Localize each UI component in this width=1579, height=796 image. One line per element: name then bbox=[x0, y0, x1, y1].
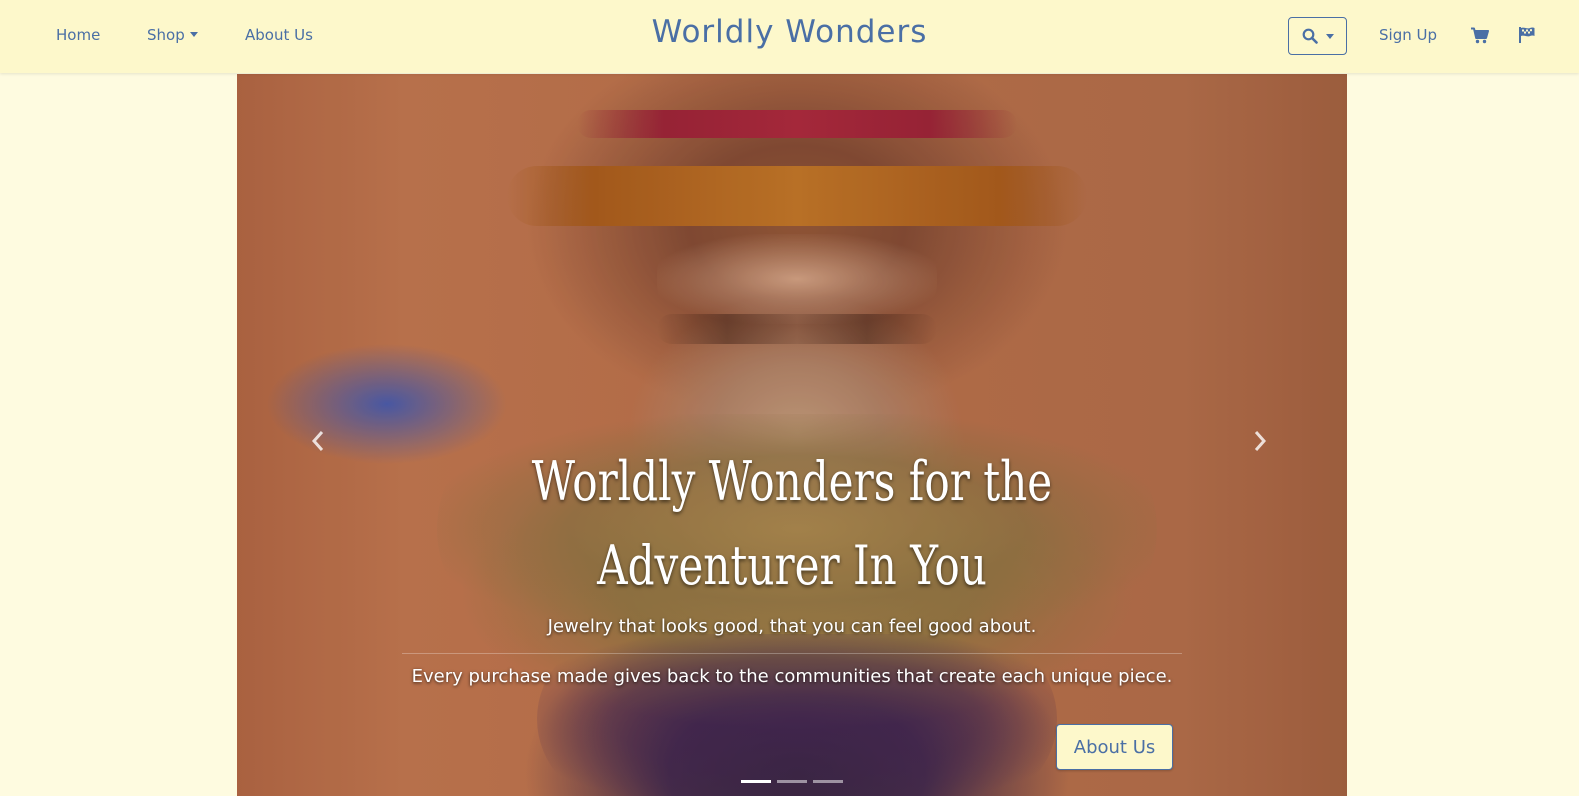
shopping-cart-icon bbox=[1470, 27, 1489, 43]
carousel-indicator-3[interactable] bbox=[813, 780, 843, 783]
search-dropdown-button[interactable] bbox=[1288, 17, 1347, 55]
language-flag-button[interactable] bbox=[1517, 25, 1537, 45]
carousel-next-button[interactable] bbox=[1245, 426, 1275, 456]
carousel-indicator-2[interactable] bbox=[777, 780, 807, 783]
chevron-down-icon bbox=[1325, 33, 1334, 39]
hero-carousel: Worldly Wonders for the Adventurer In Yo… bbox=[237, 74, 1347, 796]
search-icon bbox=[1302, 28, 1318, 44]
chevron-right-icon bbox=[1254, 431, 1267, 451]
carousel-caption: Worldly Wonders for the Adventurer In Yo… bbox=[402, 440, 1182, 687]
chevron-down-icon bbox=[189, 32, 198, 37]
nav-shop-dropdown[interactable]: Shop bbox=[147, 26, 198, 44]
cart-button[interactable] bbox=[1468, 25, 1490, 45]
top-navbar: Home Shop About Us Worldly Wonders Sign … bbox=[0, 0, 1579, 73]
hero-dim-overlay bbox=[237, 74, 1347, 796]
nav-shop-label: Shop bbox=[147, 26, 185, 44]
flag-icon bbox=[1519, 27, 1535, 43]
carousel-prev-button[interactable] bbox=[303, 426, 333, 456]
nav-about-link[interactable]: About Us bbox=[245, 26, 313, 44]
caption-divider bbox=[402, 653, 1182, 654]
nav-home-link[interactable]: Home bbox=[56, 26, 100, 44]
carousel-indicator-1[interactable] bbox=[741, 780, 771, 783]
carousel-indicators bbox=[237, 780, 1347, 783]
sign-up-link[interactable]: Sign Up bbox=[1379, 26, 1437, 44]
chevron-left-icon bbox=[311, 431, 324, 451]
about-us-button[interactable]: About Us bbox=[1056, 724, 1173, 770]
hero-title: Worldly Wonders for the Adventurer In Yo… bbox=[531, 450, 1053, 597]
brand-title[interactable]: Worldly Wonders bbox=[652, 14, 928, 50]
hero-lead-text: Jewelry that looks good, that you can fe… bbox=[547, 616, 1037, 637]
hero-sub-text: Every purchase made gives back to the co… bbox=[411, 666, 1173, 687]
